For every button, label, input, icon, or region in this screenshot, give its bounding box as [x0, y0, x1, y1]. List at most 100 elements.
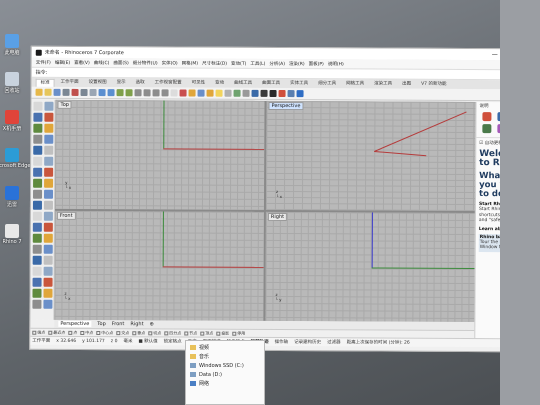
menu-item[interactable]: 网格(M): [182, 60, 198, 66]
toolbar-tab[interactable]: 标准: [35, 78, 55, 87]
tool-icon[interactable]: [44, 145, 54, 155]
desktop-icon[interactable]: 回收站: [1, 72, 23, 94]
tool-icon[interactable]: [33, 112, 43, 122]
osnap-option[interactable]: 切点: [148, 330, 161, 336]
viewport-tab[interactable]: Right: [130, 321, 143, 327]
osnap-checkbox[interactable]: [216, 331, 221, 336]
viewport-top[interactable]: Top y └ x: [54, 99, 265, 210]
display-icon[interactable]: [278, 89, 286, 98]
move-icon[interactable]: [179, 89, 187, 97]
toolbar-tab[interactable]: 可见性: [188, 79, 210, 87]
tool-icon[interactable]: [33, 145, 43, 155]
zoom-window-icon[interactable]: [143, 89, 151, 97]
print-icon[interactable]: [62, 88, 70, 96]
tool-icon[interactable]: [32, 211, 42, 221]
toolbar-tab[interactable]: 选取: [132, 79, 149, 87]
panel-tab-icon[interactable]: [482, 124, 492, 134]
desktop-icon[interactable]: X机手册: [1, 110, 23, 132]
tool-icon[interactable]: [43, 266, 53, 276]
tool-icon[interactable]: [43, 222, 53, 232]
osnap-checkbox[interactable]: [48, 330, 53, 335]
panel-tab-icon[interactable]: [482, 112, 492, 122]
toolbar-tab[interactable]: V7 的新功能: [417, 80, 450, 88]
tool-icon[interactable]: [44, 156, 54, 166]
osnap-checkbox[interactable]: [96, 330, 101, 335]
osnap-option[interactable]: 中点: [80, 329, 93, 335]
toolbar-tab[interactable]: 实体工具: [286, 80, 312, 88]
undo-icon[interactable]: [98, 89, 106, 97]
tool-icon[interactable]: [33, 178, 43, 188]
osnap-option[interactable]: 最近点: [48, 329, 65, 335]
tool-icon[interactable]: [32, 299, 42, 309]
menu-item[interactable]: 实体(O): [162, 60, 178, 66]
tool-icon[interactable]: [43, 211, 53, 221]
tool-icon[interactable]: [43, 189, 54, 199]
tool-icon[interactable]: [32, 277, 42, 287]
status-item[interactable]: 距离上次保存的时间 (分钟): 26: [347, 339, 410, 345]
status-item[interactable]: ■ 默认值: [138, 338, 157, 344]
command-input[interactable]: [50, 68, 491, 79]
toolbar-tab[interactable]: 设置视图: [85, 78, 111, 86]
tool-icon[interactable]: [43, 200, 53, 210]
menu-item[interactable]: 曲面(S): [113, 60, 128, 66]
shade-icon[interactable]: [242, 89, 250, 97]
viewport-tab[interactable]: Perspective: [58, 320, 92, 328]
tool-icon[interactable]: [43, 288, 53, 298]
viewport-front[interactable]: Front z └ x: [54, 210, 264, 321]
osnap-checkbox[interactable]: [200, 331, 205, 336]
status-item[interactable]: 操作轴: [275, 339, 289, 345]
tool-icon[interactable]: [32, 288, 42, 298]
osnap-checkbox[interactable]: [164, 330, 169, 335]
explorer-item[interactable]: Windows SSD (C:): [190, 361, 260, 370]
select-icon[interactable]: [170, 89, 178, 97]
tool-icon[interactable]: [44, 134, 54, 144]
desktop-icon[interactable]: Microsoft Edge: [0, 148, 30, 169]
osnap-checkbox[interactable]: [148, 330, 153, 335]
tool-icon[interactable]: [44, 101, 54, 111]
toolbar-tab[interactable]: 显示: [113, 79, 130, 87]
viewport-label-front[interactable]: Front: [56, 211, 76, 220]
zoom-icon[interactable]: [134, 89, 142, 97]
toolbar-tab[interactable]: 渲染工具: [370, 80, 396, 88]
osnap-checkbox[interactable]: [80, 330, 85, 335]
tool-icon[interactable]: [43, 299, 53, 309]
menu-item[interactable]: 查看(V): [74, 59, 90, 65]
lock-icon[interactable]: [224, 89, 232, 97]
layer-icon[interactable]: [197, 89, 205, 97]
redo-icon[interactable]: [107, 89, 115, 97]
help-icon[interactable]: [296, 90, 304, 98]
options-icon[interactable]: [287, 90, 295, 98]
cut-icon[interactable]: [71, 88, 79, 96]
toolbar-tab[interactable]: 曲面工具: [258, 79, 284, 87]
cplane-icon[interactable]: [233, 89, 241, 97]
status-item[interactable]: 锁定格点: [164, 338, 182, 344]
toolbar-tab[interactable]: 网格工具: [342, 80, 368, 88]
menu-item[interactable]: 渲染(R): [289, 61, 305, 67]
zoom-extents-icon[interactable]: [152, 89, 160, 97]
osnap-checkbox[interactable]: [32, 330, 37, 335]
status-item[interactable]: 工作平面: [32, 338, 50, 344]
tool-icon[interactable]: [32, 200, 42, 210]
tool-icon[interactable]: [43, 277, 53, 287]
tool-icon[interactable]: [33, 167, 43, 177]
menu-item[interactable]: 曲线(C): [94, 60, 110, 66]
rotate-view-icon[interactable]: [125, 89, 133, 97]
menu-item[interactable]: 变动(T): [231, 60, 246, 66]
osnap-option[interactable]: 停用: [232, 330, 245, 336]
viewport-label-top[interactable]: Top: [57, 100, 72, 109]
desktop-icon[interactable]: 此电脑: [1, 34, 23, 56]
menu-item[interactable]: 工具(L): [250, 60, 265, 66]
osnap-option[interactable]: 顶点: [200, 330, 213, 336]
viewport-label-right[interactable]: Right: [267, 212, 288, 222]
viewport-tab[interactable]: Front: [112, 321, 125, 327]
status-item[interactable]: 过滤器: [327, 339, 341, 345]
explorer-item[interactable]: 视频: [190, 343, 260, 352]
viewport-right[interactable]: Right z └ y: [265, 211, 475, 323]
sphere-icon[interactable]: [269, 89, 277, 97]
osnap-option[interactable]: 中心点: [96, 330, 113, 336]
osnap-option[interactable]: 节点: [184, 330, 197, 336]
toolbar-tab[interactable]: 细分工具: [314, 80, 340, 88]
explorer-item[interactable]: 网络: [190, 379, 260, 388]
properties-icon[interactable]: [206, 89, 214, 97]
menu-item[interactable]: 文件(F): [36, 59, 51, 65]
